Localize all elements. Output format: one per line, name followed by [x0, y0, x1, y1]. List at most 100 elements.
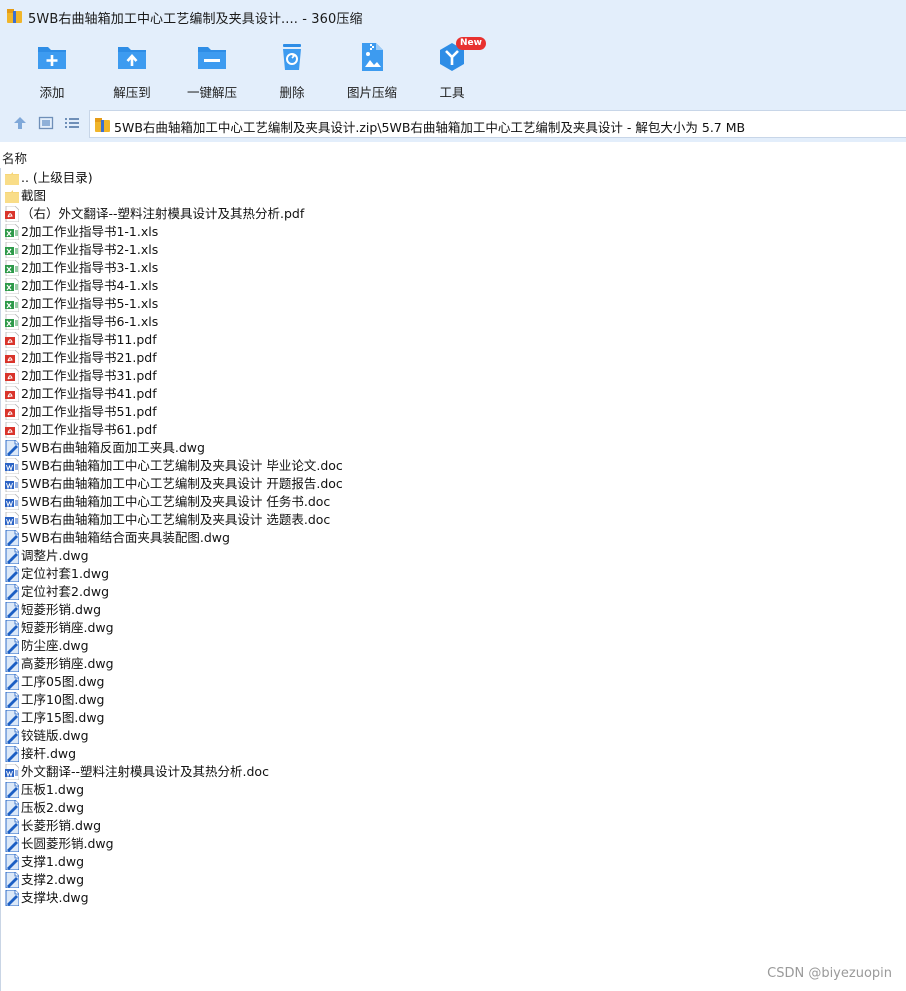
- column-header-name[interactable]: 名称: [2, 148, 27, 167]
- file-name: 2加工作业指导书4-1.xls: [21, 278, 159, 293]
- file-name: 防尘座.dwg: [21, 638, 89, 653]
- list-item[interactable]: 2加工作业指导书21.pdf: [1, 349, 601, 367]
- list-item[interactable]: 5WB右曲轴箱加工中心工艺编制及夹具设计 毕业论文.doc: [1, 457, 601, 475]
- up-arrow-icon[interactable]: [12, 115, 28, 131]
- list-item[interactable]: （右）外文翻译--塑料注射模具设计及其热分析.pdf: [1, 205, 601, 223]
- file-name: 2加工作业指导书21.pdf: [21, 350, 157, 365]
- path-field[interactable]: 5WB右曲轴箱加工中心工艺编制及夹具设计.zip\5WB右曲轴箱加工中心工艺编制…: [89, 110, 906, 138]
- file-name: 截图: [21, 188, 47, 203]
- list-item[interactable]: 支撑块.dwg: [1, 889, 601, 907]
- recycle-bin-icon: [283, 44, 301, 70]
- file-name: 5WB右曲轴箱加工中心工艺编制及夹具设计 任务书.doc: [21, 494, 331, 509]
- thumbnail-view-icon[interactable]: [38, 115, 54, 131]
- list-item[interactable]: 支撑2.dwg: [1, 871, 601, 889]
- pdf-file-icon: [5, 386, 19, 402]
- word-file-icon: [5, 458, 19, 474]
- list-item[interactable]: 工序10图.dwg: [1, 691, 601, 709]
- file-name: 工序10图.dwg: [21, 692, 105, 707]
- list-view-icon[interactable]: [64, 115, 80, 131]
- list-item[interactable]: 高菱形销座.dwg: [1, 655, 601, 673]
- list-item[interactable]: 2加工作业指导书5-1.xls: [1, 295, 601, 313]
- list-item[interactable]: 铰链版.dwg: [1, 727, 601, 745]
- list-item[interactable]: 5WB右曲轴箱加工中心工艺编制及夹具设计 任务书.doc: [1, 493, 601, 511]
- dwg-file-icon: [5, 674, 19, 690]
- file-name: 5WB右曲轴箱加工中心工艺编制及夹具设计 开题报告.doc: [21, 476, 343, 491]
- list-item[interactable]: 防尘座.dwg: [1, 637, 601, 655]
- dwg-file-icon: [5, 692, 19, 708]
- list-item[interactable]: 2加工作业指导书61.pdf: [1, 421, 601, 439]
- pdf-file-icon: [5, 350, 19, 366]
- dwg-file-icon: [5, 530, 19, 546]
- extract-to-label: 解压到: [113, 85, 151, 100]
- dwg-file-icon: [5, 548, 19, 564]
- file-name: 2加工作业指导书41.pdf: [21, 386, 157, 401]
- list-item[interactable]: 5WB右曲轴箱结合面夹具装配图.dwg: [1, 529, 601, 547]
- file-name: 2加工作业指导书3-1.xls: [21, 260, 159, 275]
- file-name: 2加工作业指导书11.pdf: [21, 332, 157, 347]
- extract-to-icon: [118, 47, 146, 69]
- list-item[interactable]: 定位衬套2.dwg: [1, 583, 601, 601]
- add-button[interactable]: 添加: [12, 38, 92, 100]
- list-item[interactable]: 2加工作业指导书6-1.xls: [1, 313, 601, 331]
- list-item[interactable]: 2加工作业指导书31.pdf: [1, 367, 601, 385]
- one-click-extract-button[interactable]: 一键解压: [172, 38, 252, 100]
- pdf-file-icon: [5, 368, 19, 384]
- excel-file-icon: [5, 278, 19, 294]
- file-name: 支撑1.dwg: [21, 854, 85, 869]
- list-item[interactable]: 短菱形销座.dwg: [1, 619, 601, 637]
- watermark-text: CSDN @biyezuopin: [767, 966, 892, 981]
- list-item[interactable]: 长菱形销.dwg: [1, 817, 601, 835]
- list-item[interactable]: 长圆菱形销.dwg: [1, 835, 601, 853]
- list-item[interactable]: 2加工作业指导书3-1.xls: [1, 259, 601, 277]
- dwg-file-icon: [5, 890, 19, 906]
- file-name: 2加工作业指导书61.pdf: [21, 422, 157, 437]
- list-item[interactable]: 压板1.dwg: [1, 781, 601, 799]
- file-name: 5WB右曲轴箱加工中心工艺编制及夹具设计 毕业论文.doc: [21, 458, 343, 473]
- toolbar: 添加 解压到 一键解压 删除 图片压缩 New 工具: [0, 32, 906, 104]
- file-name: .. (上级目录): [21, 170, 93, 185]
- list-item[interactable]: 2加工作业指导书1-1.xls: [1, 223, 601, 241]
- list-item[interactable]: 2加工作业指导书11.pdf: [1, 331, 601, 349]
- image-compress-button[interactable]: 图片压缩: [332, 38, 412, 100]
- dwg-file-icon: [5, 872, 19, 888]
- list-item[interactable]: 工序05图.dwg: [1, 673, 601, 691]
- word-file-icon: [5, 764, 19, 780]
- file-name: 调整片.dwg: [21, 548, 89, 563]
- list-item[interactable]: 2加工作业指导书51.pdf: [1, 403, 601, 421]
- window-title: 5WB右曲轴箱加工中心工艺编制及夹具设计.... - 360压缩: [28, 12, 363, 27]
- list-item[interactable]: 2加工作业指导书2-1.xls: [1, 241, 601, 259]
- file-name: 外文翻译--塑料注射模具设计及其热分析.doc: [21, 764, 269, 779]
- list-item[interactable]: .. (上级目录): [1, 169, 601, 187]
- list-item[interactable]: 2加工作业指导书4-1.xls: [1, 277, 601, 295]
- tools-button[interactable]: New 工具: [412, 37, 492, 100]
- list-item[interactable]: 定位衬套1.dwg: [1, 565, 601, 583]
- list-item[interactable]: 压板2.dwg: [1, 799, 601, 817]
- extract-to-button[interactable]: 解压到: [92, 38, 172, 100]
- list-item[interactable]: 工序15图.dwg: [1, 709, 601, 727]
- tools-label: 工具: [439, 85, 465, 100]
- list-item[interactable]: 5WB右曲轴箱加工中心工艺编制及夹具设计 开题报告.doc: [1, 475, 601, 493]
- excel-file-icon: [5, 260, 19, 276]
- file-name: 2加工作业指导书31.pdf: [21, 368, 157, 383]
- file-name: 2加工作业指导书6-1.xls: [21, 314, 159, 329]
- file-name: 5WB右曲轴箱加工中心工艺编制及夹具设计 选题表.doc: [21, 512, 331, 527]
- list-item[interactable]: 截图: [1, 187, 601, 205]
- list-item[interactable]: 调整片.dwg: [1, 547, 601, 565]
- list-item[interactable]: 短菱形销.dwg: [1, 601, 601, 619]
- folder-icon: [5, 190, 19, 203]
- dwg-file-icon: [5, 836, 19, 852]
- list-item[interactable]: 接杆.dwg: [1, 745, 601, 763]
- file-name: 铰链版.dwg: [21, 728, 89, 743]
- list-item[interactable]: 外文翻译--塑料注射模具设计及其热分析.doc: [1, 763, 601, 781]
- word-file-icon: [5, 476, 19, 492]
- file-name: 工序15图.dwg: [21, 710, 105, 725]
- delete-button[interactable]: 删除: [252, 38, 332, 100]
- list-item[interactable]: 5WB右曲轴箱加工中心工艺编制及夹具设计 选题表.doc: [1, 511, 601, 529]
- file-name: 2加工作业指导书5-1.xls: [21, 296, 159, 311]
- list-item[interactable]: 5WB右曲轴箱反面加工夹具.dwg: [1, 439, 601, 457]
- one-click-extract-label: 一键解压: [186, 85, 237, 100]
- image-compress-label: 图片压缩: [346, 85, 397, 100]
- list-item[interactable]: 支撑1.dwg: [1, 853, 601, 871]
- file-name: 长菱形销.dwg: [21, 818, 102, 833]
- list-item[interactable]: 2加工作业指导书41.pdf: [1, 385, 601, 403]
